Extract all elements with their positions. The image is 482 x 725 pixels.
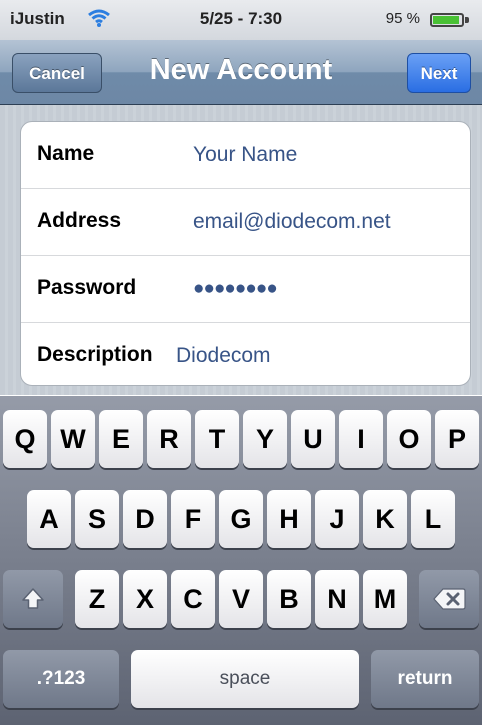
next-button[interactable]: Next xyxy=(407,53,471,93)
space-key[interactable]: space xyxy=(131,650,359,708)
key-u[interactable]: U xyxy=(291,410,335,468)
description-row[interactable]: Description Diodecom xyxy=(21,323,470,385)
key-o[interactable]: O xyxy=(387,410,431,468)
keyboard: Q W E R T Y U I O P A S D F G H J K L Z … xyxy=(0,396,482,725)
key-d[interactable]: D xyxy=(123,490,167,548)
address-field[interactable]: email@diodecom.net xyxy=(193,210,391,234)
key-t[interactable]: T xyxy=(195,410,239,468)
description-field[interactable]: Diodecom xyxy=(176,344,271,368)
key-y[interactable]: Y xyxy=(243,410,287,468)
battery-level xyxy=(433,16,459,24)
battery-nub xyxy=(465,17,469,23)
key-j[interactable]: J xyxy=(315,490,359,548)
key-h[interactable]: H xyxy=(267,490,311,548)
name-row[interactable]: Name Your Name xyxy=(21,122,470,189)
key-k[interactable]: K xyxy=(363,490,407,548)
password-field[interactable]: ●●●●●●●● xyxy=(193,278,278,300)
key-c[interactable]: C xyxy=(171,570,215,628)
key-n[interactable]: N xyxy=(315,570,359,628)
delete-key[interactable] xyxy=(419,570,479,628)
key-z[interactable]: Z xyxy=(75,570,119,628)
key-i[interactable]: I xyxy=(339,410,383,468)
account-form: Name Your Name Address email@diodecom.ne… xyxy=(20,121,471,386)
status-bar: iJustin 5/25 - 7:30 95 % xyxy=(0,0,482,40)
name-label: Name xyxy=(37,142,95,165)
numbers-key[interactable]: .?123 xyxy=(3,650,119,708)
name-field[interactable]: Your Name xyxy=(193,143,297,167)
description-label: Description xyxy=(37,343,153,366)
screen: iJustin 5/25 - 7:30 95 % Cancel New Acco… xyxy=(0,0,482,725)
address-label: Address xyxy=(37,209,122,232)
key-a[interactable]: A xyxy=(27,490,71,548)
key-e[interactable]: E xyxy=(99,410,143,468)
delete-icon xyxy=(433,588,466,610)
shift-icon xyxy=(22,588,44,609)
address-row[interactable]: Address email@diodecom.net xyxy=(21,189,470,256)
key-v[interactable]: V xyxy=(219,570,263,628)
form-area: Name Your Name Address email@diodecom.ne… xyxy=(0,105,482,395)
battery-percent: 95 % xyxy=(385,10,420,27)
battery-icon xyxy=(430,13,464,27)
return-key[interactable]: return xyxy=(371,650,479,708)
key-m[interactable]: M xyxy=(363,570,407,628)
key-w[interactable]: W xyxy=(51,410,95,468)
shift-key[interactable] xyxy=(3,570,63,628)
navigation-bar: Cancel New Account Next xyxy=(0,40,482,105)
key-p[interactable]: P xyxy=(435,410,479,468)
password-row[interactable]: Password ●●●●●●●● xyxy=(21,256,470,323)
key-b[interactable]: B xyxy=(267,570,311,628)
key-q[interactable]: Q xyxy=(3,410,47,468)
key-s[interactable]: S xyxy=(75,490,119,548)
password-label: Password xyxy=(37,276,137,299)
key-r[interactable]: R xyxy=(147,410,191,468)
key-g[interactable]: G xyxy=(219,490,263,548)
key-l[interactable]: L xyxy=(411,490,455,548)
key-x[interactable]: X xyxy=(123,570,167,628)
key-f[interactable]: F xyxy=(171,490,215,548)
